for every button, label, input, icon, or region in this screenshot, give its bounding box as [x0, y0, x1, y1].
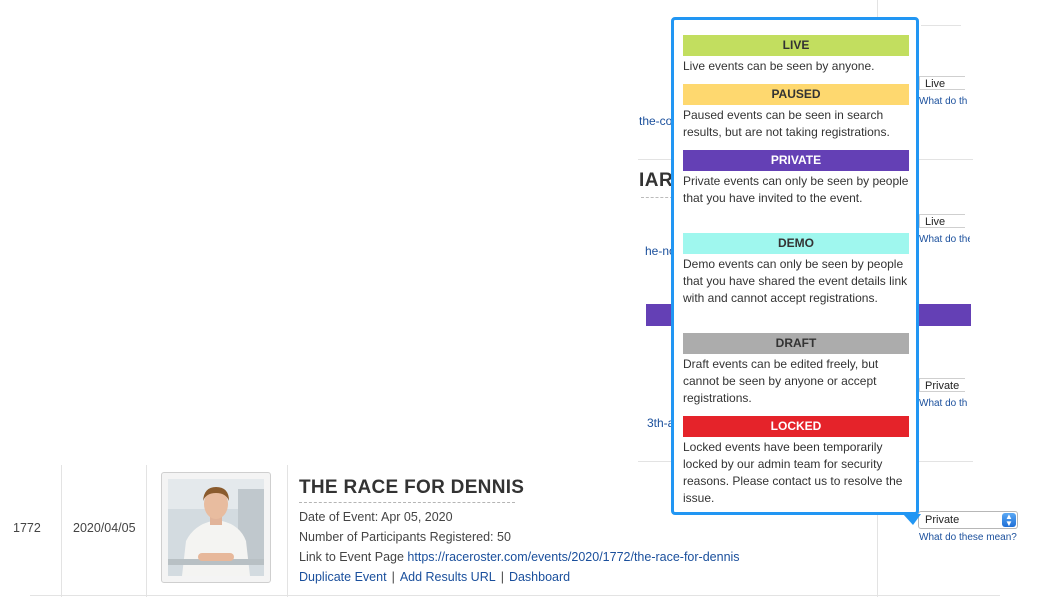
event-actions: Duplicate Event | Add Results URL | Dashboar… [299, 570, 570, 584]
event-id: 1772 [13, 521, 41, 535]
event-created-date: 2020/04/05 [73, 521, 136, 535]
duplicate-event-link[interactable]: Duplicate Event [299, 570, 387, 584]
title-underline [299, 502, 515, 503]
status-help-link[interactable]: What do th [919, 96, 970, 107]
status-description-private: Private events can only be seen by peopl… [683, 174, 909, 205]
status-badge-private: PRIVATE [683, 150, 909, 171]
popover-pointer [903, 514, 921, 525]
status-help-link[interactable]: What do these mean? [919, 532, 1017, 543]
status-select[interactable]: Private ▲ ▼ [918, 511, 1018, 529]
dashboard-link[interactable]: Dashboard [509, 570, 570, 584]
column-divider [146, 465, 147, 597]
status-badge-paused: PAUSED [683, 84, 909, 105]
event-page-link[interactable]: https://raceroster.com/events/2020/1772/… [407, 550, 739, 564]
status-select[interactable]: Live [919, 76, 965, 90]
status-description-live: Live events can be seen by anyone. [683, 59, 875, 73]
row-divider [921, 25, 961, 26]
event-title-fragment: IAR [639, 170, 674, 191]
status-description-paused: Paused events can be seen in search resu… [683, 108, 890, 139]
status-select[interactable]: Live [919, 214, 965, 228]
status-badge-demo: DEMO [683, 233, 909, 254]
event-link-fragment[interactable]: the-co [639, 114, 672, 128]
status-badge-live: LIVE [683, 35, 909, 56]
event-page-link-row: Link to Event Page https://raceroster.co… [299, 550, 740, 564]
event-page-link-label: Link to Event Page [299, 550, 404, 564]
status-select[interactable]: Private [919, 378, 965, 392]
event-photo[interactable] [161, 472, 271, 583]
row-divider [30, 595, 1000, 596]
column-divider [287, 465, 288, 597]
event-title[interactable]: THE RACE FOR DENNIS [299, 477, 524, 499]
separator: | [500, 570, 504, 584]
status-help-link[interactable]: What do th [919, 398, 970, 409]
status-description-draft: Draft events can be edited freely, but c… [683, 357, 879, 405]
person-photo [168, 479, 264, 576]
column-divider [61, 465, 62, 597]
status-badge-draft: DRAFT [683, 333, 909, 354]
status-description-locked: Locked events have been temporarily lock… [683, 440, 903, 505]
separator: | [391, 570, 395, 584]
participants-count: Number of Participants Registered: 50 [299, 530, 511, 544]
title-underline [641, 197, 673, 198]
status-help-link[interactable]: What do the [919, 234, 970, 245]
add-results-url-link[interactable]: Add Results URL [400, 570, 496, 584]
updown-chevron-icon: ▲ ▼ [1002, 513, 1016, 528]
status-description-demo: Demo events can only be seen by people t… [683, 257, 908, 305]
event-date: Date of Event: Apr 05, 2020 [299, 510, 453, 524]
status-select-value: Private [925, 514, 960, 526]
status-badge-locked: LOCKED [683, 416, 909, 437]
